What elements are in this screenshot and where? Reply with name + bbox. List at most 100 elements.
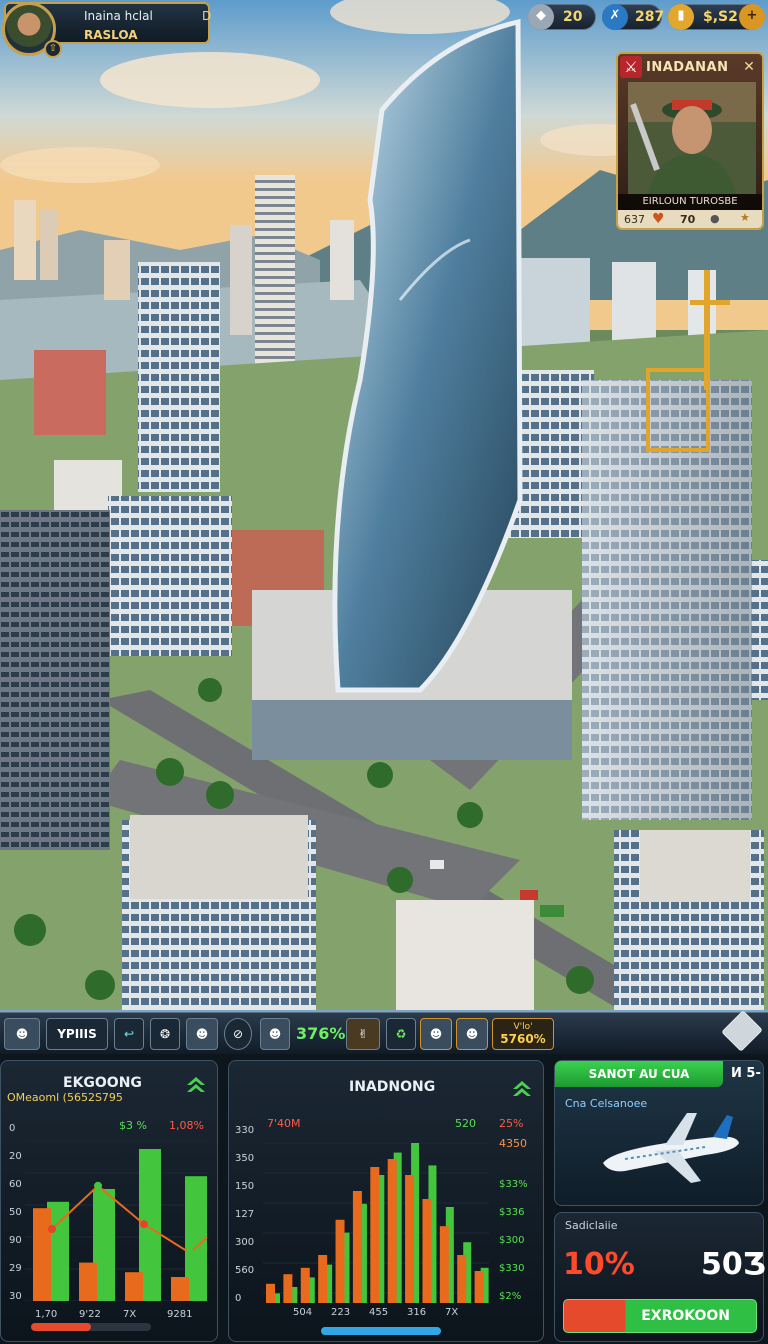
bar-orange (33, 1208, 51, 1301)
x-tick-label: 223 (331, 1307, 351, 1318)
coin-icon[interactable]: ★ (740, 211, 750, 224)
x-tick-label: 7X (123, 1309, 137, 1320)
rank-chevron-icon: ⇧ (44, 40, 62, 58)
ekgoong-subtitle: OMeaoml (5652S795 (7, 1091, 123, 1104)
ekgoong-panel[interactable]: EKGOONG OMeaoml (5652S795 $3 % 1,08% 0 20… (0, 1060, 218, 1342)
y-tick-label: 20 (9, 1151, 22, 1162)
explore-button[interactable]: EXROKOON (563, 1299, 757, 1333)
bar-orange (171, 1277, 189, 1301)
inadnong-panel[interactable]: INADNONG 7'40M 520 25% 4350 330 350 150 127… (228, 1060, 544, 1342)
trend-point (48, 1225, 56, 1233)
heart-shield-icon: ♥ (652, 211, 665, 227)
y-tick-label: 560 (235, 1265, 255, 1276)
bonus-tab[interactable]: V'lo' 5760% (492, 1018, 554, 1050)
close-icon[interactable]: ✕ (740, 58, 758, 76)
bottom-dashboard: EKGOONG OMeaoml (5652S795 $3 % 1,08% 0 20… (0, 1054, 768, 1344)
gems-value: 20 (563, 9, 583, 25)
player-subtitle: RASLOA (84, 28, 138, 42)
x-tick-label: 316 (407, 1307, 427, 1318)
resource-gems[interactable]: ◆ 20 (528, 4, 596, 30)
event-title: INADANAN (646, 60, 729, 75)
handshake-icon[interactable]: ✌ (346, 1018, 380, 1050)
compass-icon[interactable]: ❂ (150, 1018, 180, 1050)
event-footer: 637 ♥ 70 ● ★ (618, 210, 762, 228)
bar-orange (457, 1255, 467, 1303)
y-tick-label: 330 (235, 1125, 255, 1136)
gold-bar-icon: ▮ (668, 4, 694, 30)
profile-avatar-icon[interactable]: ☻ (4, 1018, 40, 1050)
player-name: Inaina hclal (84, 9, 153, 23)
inadnong-alert: 7'40M (267, 1117, 301, 1130)
no-entry-icon[interactable]: ⊘ (224, 1018, 252, 1050)
inadnong-progress-track (321, 1327, 441, 1335)
bar-orange (318, 1255, 328, 1303)
y-tick-label: 350 (235, 1153, 255, 1164)
layers-menu-icon[interactable] (721, 1010, 763, 1052)
stats-panel[interactable]: Sadiclaiie 10% 50Ʒ EXROKOON (554, 1212, 766, 1342)
event-left-value: 637 (624, 213, 645, 226)
event-portrait (628, 82, 756, 194)
bar-orange (370, 1167, 380, 1303)
trend-point (94, 1181, 102, 1190)
event-subtitle: EIRLOUN TUROSBE (618, 194, 762, 210)
action-bar: ☻ YPIIIS ↩ ❂ ☻ ⊘ ☻ 376% ✌ ♻ ☻ ☻ V'lo' 57… (0, 1010, 768, 1054)
manager-avatar-icon[interactable]: ☻ (420, 1018, 452, 1050)
chevron-up-icon[interactable] (511, 1079, 533, 1097)
bar-orange (439, 1226, 449, 1303)
bonus-percent: 5760% (500, 1032, 546, 1046)
right-value-label: $336 (499, 1207, 525, 1218)
x-tick-label: 9281 (167, 1309, 193, 1320)
event-card[interactable]: ⚔ INADANAN ✕ EIRLOUN TUROSBE 637 ♥ 70 ● … (616, 52, 764, 230)
bar-orange (387, 1159, 397, 1303)
y-tick-label: 29 (9, 1263, 22, 1274)
y-tick-label: 90 (9, 1235, 22, 1246)
bar-orange (283, 1274, 293, 1303)
bar-orange (422, 1199, 432, 1303)
ekgoong-progress-fill (31, 1323, 91, 1331)
gold-value: $,S2 (703, 9, 738, 25)
right-value-label: $330 (499, 1263, 525, 1274)
chevron-up-icon[interactable] (185, 1075, 207, 1093)
bar-orange (405, 1175, 415, 1303)
ypiiis-tab[interactable]: YPIIIS (46, 1018, 108, 1050)
x-tick-label: 7X (445, 1307, 459, 1318)
y-tick-label: 150 (235, 1181, 255, 1192)
inadnong-top-value-2: 25% (499, 1117, 524, 1130)
growth-percent: 376% (296, 1024, 346, 1043)
ekgoong-title: EKGOONG (63, 1075, 142, 1091)
bar-orange (79, 1262, 97, 1301)
bar-orange (125, 1272, 143, 1301)
stats-percent: 10% (563, 1247, 635, 1282)
crossed-tools-icon: ✗ (602, 4, 628, 30)
sword-icon: ⚔ (620, 56, 642, 78)
y-tick-label: 60 (9, 1179, 22, 1190)
inadnong-top-value-3: 4350 (499, 1137, 527, 1150)
airplane-icon[interactable] (595, 1107, 745, 1191)
ekgoong-progress-track (31, 1323, 151, 1331)
coin-plus-icon[interactable]: + (739, 4, 765, 30)
ekgoong-chart (25, 1140, 209, 1301)
resource-tools[interactable]: ✗ 287 (602, 4, 664, 30)
hook-icon[interactable]: ↩ (114, 1018, 144, 1050)
bar-orange (474, 1271, 484, 1303)
y-tick-label: 300 (235, 1237, 255, 1248)
y-tick-label: 0 (235, 1293, 242, 1304)
trend-line (51, 1184, 208, 1255)
stats-value: 50Ʒ (701, 1247, 766, 1282)
agent-avatar-icon[interactable]: ☻ (186, 1018, 218, 1050)
x-tick-label: 1,70 (35, 1309, 58, 1320)
y-tick-label: 127 (235, 1209, 255, 1220)
inadnong-top-value-1: 520 (455, 1117, 476, 1130)
resource-gold[interactable]: ▮ $,S2 + (668, 4, 765, 30)
transport-header: SANOT AU CUA (555, 1061, 723, 1087)
bar-orange (352, 1191, 362, 1303)
x-tick-label: 9'22 (79, 1309, 101, 1320)
bomb-icon: ● (710, 212, 720, 225)
recycle-icon[interactable]: ♻ (386, 1018, 416, 1050)
staff-avatar-icon[interactable]: ☻ (260, 1018, 290, 1050)
event-right-value: 70 (680, 213, 696, 226)
worker-avatar-icon[interactable]: ☻ (456, 1018, 488, 1050)
transport-panel[interactable]: SANOT AU CUA И 5- Cna Celsanoee (554, 1060, 764, 1206)
right-value-label: $33% (499, 1179, 528, 1190)
ypiiis-label: YPIIIS (57, 1027, 97, 1041)
